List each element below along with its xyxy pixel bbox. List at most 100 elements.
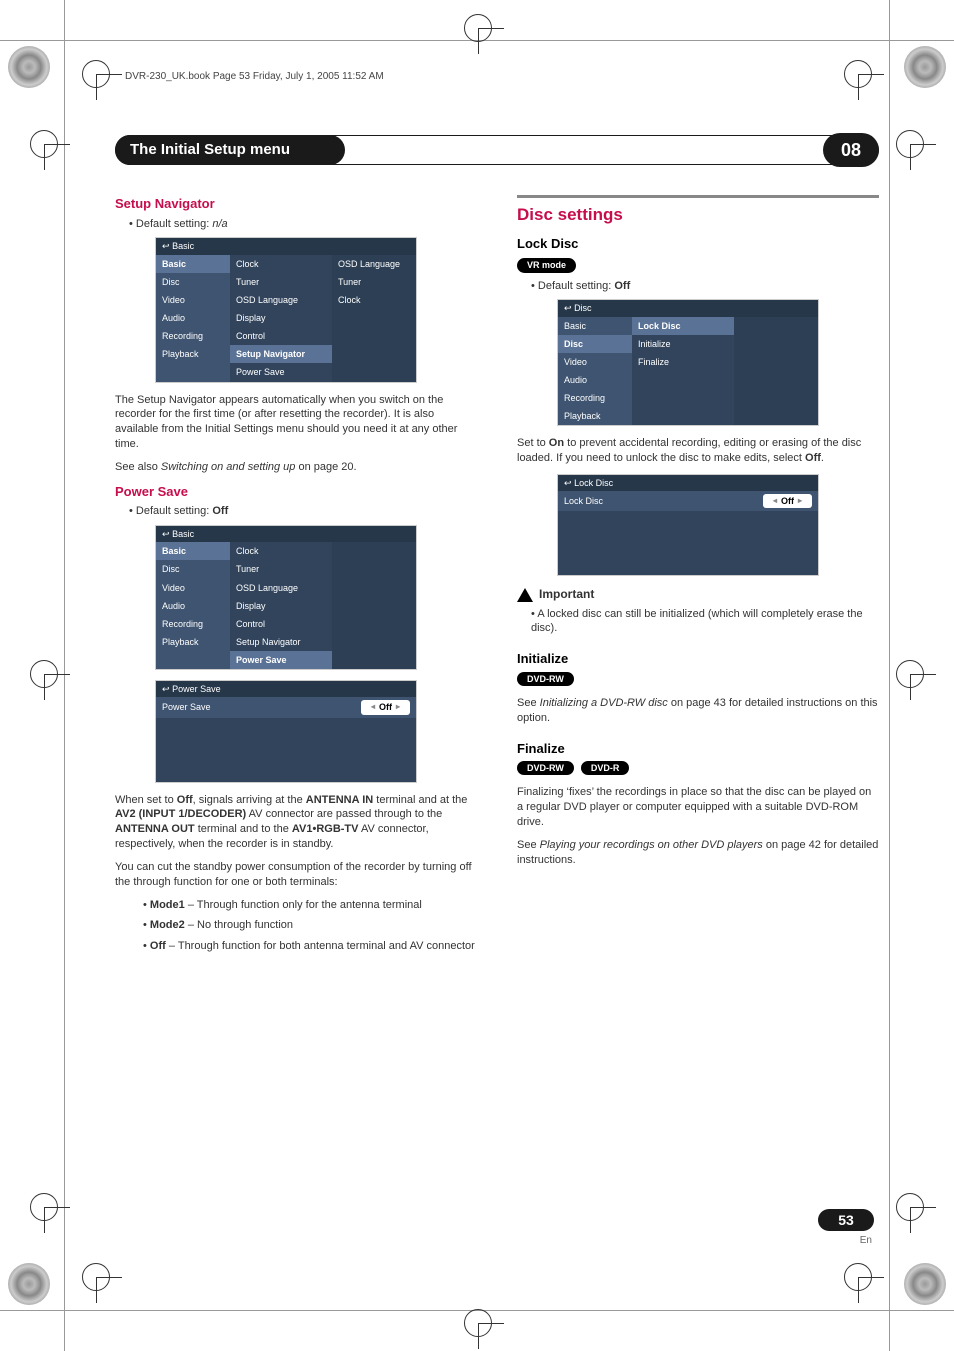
default-setting-label: Default setting: bbox=[136, 218, 212, 230]
section-header-bar: The Initial Setup menu 08 bbox=[115, 135, 879, 165]
osd-title: Disc bbox=[574, 303, 592, 313]
osd-nav-item: Basic bbox=[558, 317, 632, 335]
setup-navigator-heading: Setup Navigator bbox=[115, 195, 477, 213]
registration-mark bbox=[464, 14, 492, 42]
osd-extra-col bbox=[332, 542, 416, 669]
text-bold: On bbox=[549, 437, 564, 449]
text-bold: AV2 (INPUT 1/DECODER) bbox=[115, 808, 246, 820]
osd-list-item: OSD Language bbox=[230, 291, 332, 309]
body-text: See Initializing a DVD-RW disc on page 4… bbox=[517, 696, 879, 726]
registration-mark bbox=[30, 1193, 58, 1221]
osd-screenshot-lockdisc: ↩ Lock Disc Lock Disc Off bbox=[557, 474, 819, 576]
body-text: When set to Off, signals arriving at the… bbox=[115, 793, 477, 852]
osd-extra-col bbox=[734, 317, 818, 426]
osd-list-item: Control bbox=[230, 615, 332, 633]
text-bold: Off bbox=[805, 452, 821, 464]
osd-return-icon: ↩ bbox=[162, 241, 170, 251]
osd-screenshot-disc: ↩ Disc Basic Disc Video Audio Recording … bbox=[557, 299, 819, 426]
text-bold: Mode1 bbox=[150, 899, 185, 911]
osd-list-item: Lock Disc bbox=[632, 317, 734, 335]
body-text: Finalizing ‘fixes’ the recordings in pla… bbox=[517, 785, 879, 830]
osd-title: Basic bbox=[172, 241, 194, 251]
osd-return-icon: ↩ bbox=[564, 478, 572, 488]
osd-nav-item: Disc bbox=[156, 273, 230, 291]
content-area: The Initial Setup menu 08 Setup Navigato… bbox=[115, 135, 879, 1291]
registration-mark bbox=[464, 1309, 492, 1337]
osd-nav-item: Basic bbox=[156, 542, 230, 560]
osd-row-label: Power Save bbox=[162, 701, 211, 713]
default-setting-label: Default setting: bbox=[136, 505, 212, 517]
osd-list-item: Tuner bbox=[230, 273, 332, 291]
osd-title: Lock Disc bbox=[574, 478, 613, 488]
bullet-mode1: Mode1 – Through function only for the an… bbox=[143, 898, 477, 913]
disc-settings-heading: Disc settings bbox=[517, 195, 879, 227]
osd-extra-item: OSD Language bbox=[332, 255, 416, 273]
page-language: En bbox=[860, 1234, 872, 1248]
osd-list-item: Tuner bbox=[230, 560, 332, 578]
registration-ring bbox=[904, 46, 946, 88]
text-span: – Through function for both antenna term… bbox=[166, 940, 475, 952]
registration-mark bbox=[896, 130, 924, 158]
registration-mark bbox=[82, 1263, 110, 1291]
osd-row-label: Lock Disc bbox=[564, 495, 603, 507]
osd-nav-item: Playback bbox=[156, 633, 230, 651]
osd-list-item: Clock bbox=[230, 255, 332, 273]
osd-list-item: Clock bbox=[230, 542, 332, 560]
right-column: Disc settings Lock Disc VR mode Default … bbox=[517, 195, 879, 960]
osd-nav: Basic Disc Video Audio Recording Playbac… bbox=[558, 317, 632, 426]
registration-mark bbox=[82, 60, 110, 88]
bullet-off: Off – Through function for both antenna … bbox=[143, 939, 477, 954]
text-span: , signals arriving at the bbox=[193, 794, 306, 806]
osd-nav-item: Recording bbox=[156, 327, 230, 345]
text-bold: ANTENNA IN bbox=[306, 794, 373, 806]
osd-list-item: Finalize bbox=[632, 353, 734, 371]
default-setting-value: n/a bbox=[212, 218, 227, 230]
osd-title: Basic bbox=[172, 529, 194, 539]
osd-extra-item: Clock bbox=[332, 291, 416, 309]
text-bold: ANTENNA OUT bbox=[115, 823, 195, 835]
initialize-heading: Initialize bbox=[517, 650, 879, 668]
osd-nav-item: Basic bbox=[156, 255, 230, 273]
chapter-number-pill: 08 bbox=[823, 133, 879, 167]
text-em: Initializing a DVD-RW disc bbox=[540, 697, 668, 709]
text-span: terminal and to the bbox=[195, 823, 292, 835]
registration-ring bbox=[8, 46, 50, 88]
osd-value-pill: Off bbox=[361, 700, 410, 714]
default-setting-value: Off bbox=[614, 280, 630, 292]
osd-list: Clock Tuner OSD Language Display Control… bbox=[230, 255, 332, 382]
finalize-heading: Finalize bbox=[517, 740, 879, 758]
osd-screenshot-powersave: ↩ Power Save Power Save Off bbox=[155, 680, 417, 782]
text-span: – Through function only for the antenna … bbox=[185, 899, 422, 911]
important-heading: Important bbox=[517, 586, 879, 602]
osd-nav-item: Playback bbox=[558, 407, 632, 425]
osd-return-icon: ↩ bbox=[162, 529, 170, 539]
badge-dvd-r: DVD-R bbox=[581, 761, 630, 775]
osd-nav-item: Audio bbox=[156, 597, 230, 615]
body-text: Set to On to prevent accidental recordin… bbox=[517, 436, 879, 466]
default-setting-label: Default setting: bbox=[538, 280, 614, 292]
osd-nav-item: Audio bbox=[558, 371, 632, 389]
bullet-mode2: Mode2 – No through function bbox=[143, 918, 477, 933]
default-setting-line: Default setting: n/a bbox=[129, 217, 477, 232]
osd-return-icon: ↩ bbox=[564, 303, 572, 313]
osd-list-item: Power Save bbox=[230, 363, 332, 381]
osd-list-item: Display bbox=[230, 309, 332, 327]
osd-list: Clock Tuner OSD Language Display Control… bbox=[230, 542, 332, 669]
registration-mark bbox=[30, 660, 58, 688]
body-text: See also Switching on and setting up on … bbox=[115, 460, 477, 475]
osd-list-item: Setup Navigator bbox=[230, 345, 332, 363]
default-setting-line: Default setting: Off bbox=[129, 504, 477, 519]
registration-ring bbox=[904, 1263, 946, 1305]
lock-disc-heading: Lock Disc bbox=[517, 235, 879, 253]
badge-dvd-rw: DVD-RW bbox=[517, 761, 574, 775]
osd-extra-col: OSD Language Tuner Clock bbox=[332, 255, 416, 382]
page: DVR-230_UK.book Page 53 Friday, July 1, … bbox=[0, 0, 954, 1351]
trim-mark bbox=[889, 0, 890, 1351]
osd-list-item: Control bbox=[230, 327, 332, 345]
osd-list-item: Display bbox=[230, 597, 332, 615]
osd-return-icon: ↩ bbox=[162, 684, 170, 694]
text-span: See bbox=[517, 697, 540, 709]
osd-list-item: Setup Navigator bbox=[230, 633, 332, 651]
osd-list-item: Power Save bbox=[230, 651, 332, 669]
osd-screenshot-basic-2: ↩ Basic Basic Disc Video Audio Recording… bbox=[155, 525, 417, 670]
